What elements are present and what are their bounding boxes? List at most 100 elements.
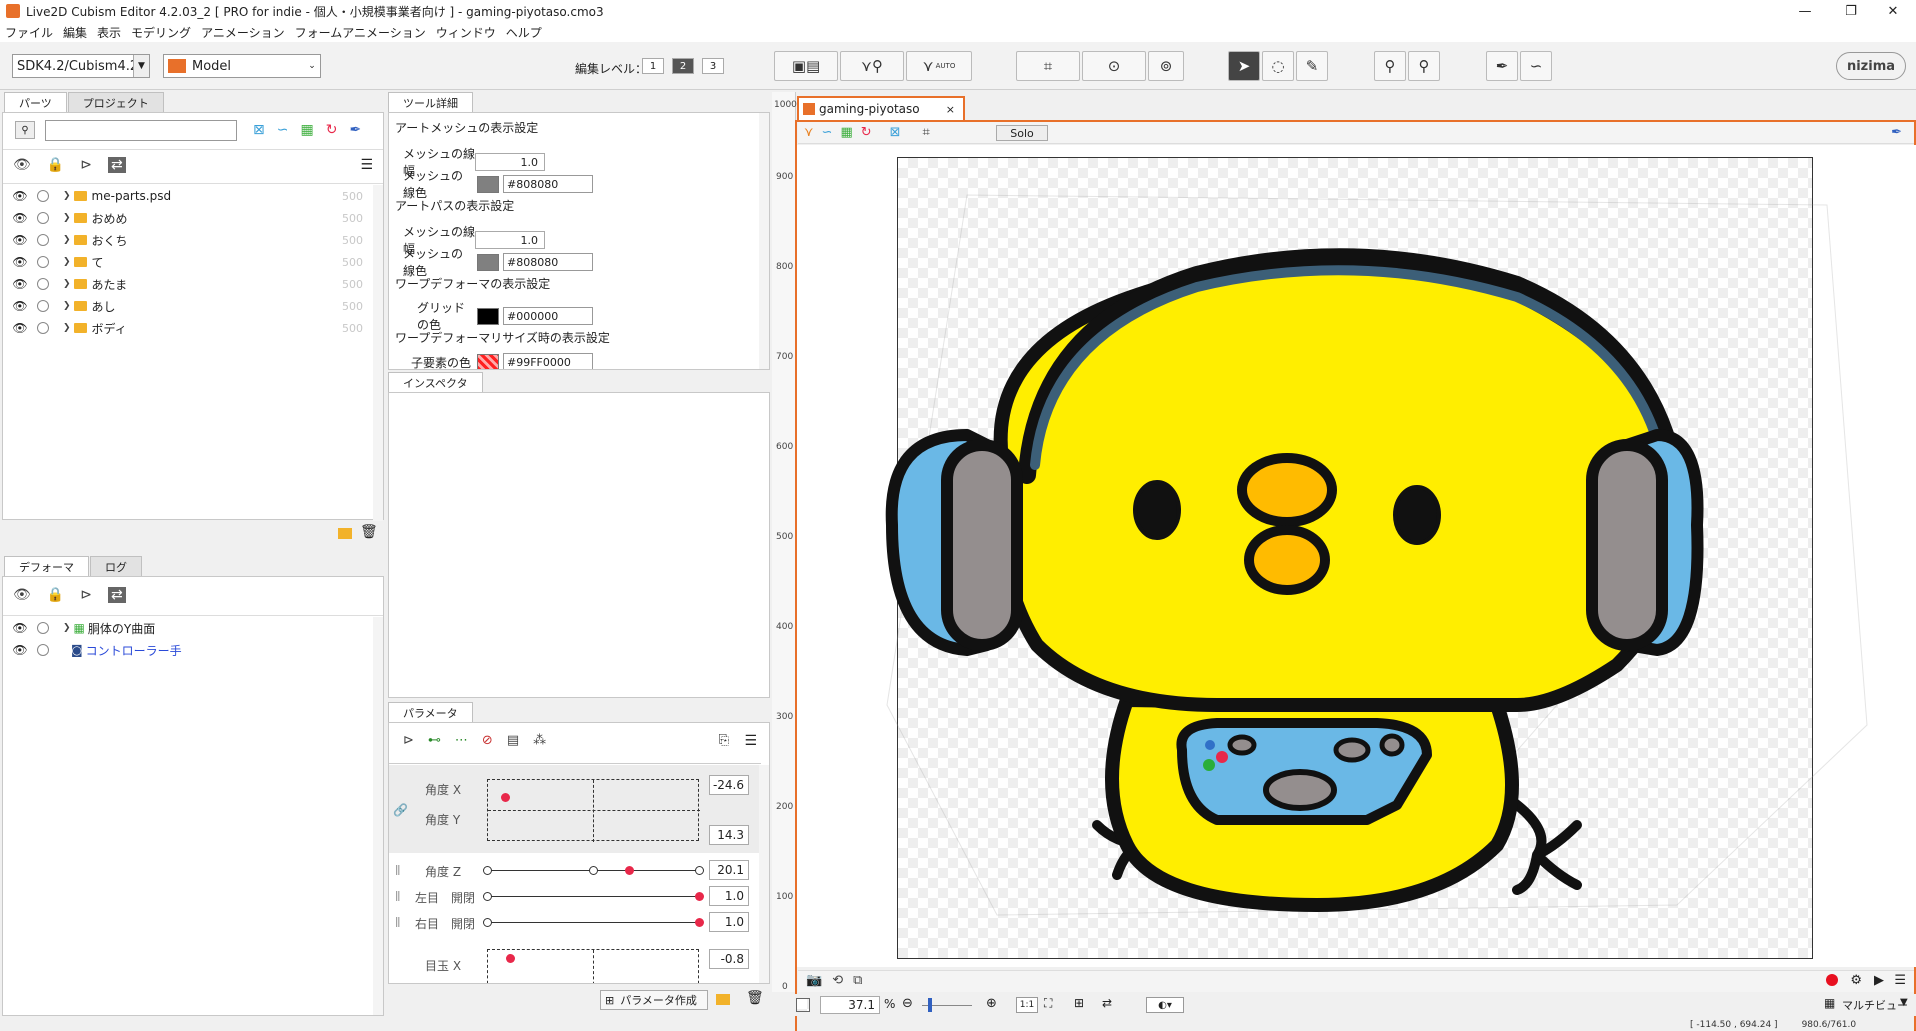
- xy-pad[interactable]: [487, 779, 700, 842]
- menu-file[interactable]: ファイル: [0, 24, 58, 41]
- radio-icon[interactable]: [37, 256, 49, 268]
- copy-icon[interactable]: ⎘: [719, 733, 729, 748]
- frame-display-icon[interactable]: ⊠: [890, 125, 901, 140]
- chevron-right-icon[interactable]: ❯: [63, 323, 71, 333]
- scrollbar[interactable]: [373, 185, 383, 521]
- param-value-y[interactable]: 14.3: [709, 825, 749, 845]
- param-value-x[interactable]: -24.6: [709, 775, 749, 795]
- parts-search-input[interactable]: [45, 120, 237, 141]
- slider-thumb[interactable]: [625, 866, 635, 875]
- slider-thumb[interactable]: [695, 892, 704, 901]
- menu-help[interactable]: ヘルプ: [501, 24, 547, 41]
- zoom-input[interactable]: 37.1: [820, 996, 880, 1014]
- pen-pressure-icon[interactable]: ✒: [1891, 125, 1902, 140]
- maximize-button[interactable]: ❐: [1828, 0, 1874, 22]
- trash-icon[interactable]: 🗑: [746, 990, 764, 1006]
- list-item[interactable]: 👁 ❯ me-parts.psd 500: [3, 185, 375, 207]
- mesh-display-icon[interactable]: ⋎: [804, 125, 814, 140]
- zoom-slider-thumb[interactable]: [928, 998, 932, 1012]
- xy-pointer[interactable]: [500, 792, 510, 802]
- param-value[interactable]: -0.8: [709, 949, 749, 969]
- xy-pointer[interactable]: [506, 954, 515, 963]
- auto-mesh-button[interactable]: ⋎ AUTO: [906, 51, 972, 81]
- swap-icon[interactable]: ⇄: [107, 587, 126, 603]
- tab-parts[interactable]: パーツ: [4, 92, 67, 112]
- pin-add-button[interactable]: ⚲: [1408, 51, 1440, 81]
- play-icon[interactable]: ⊳: [80, 157, 92, 173]
- list-item[interactable]: 👁 ❯ て 500: [3, 251, 375, 273]
- keyform-add-icon[interactable]: ⊷: [428, 733, 441, 748]
- tab-project[interactable]: プロジェクト: [67, 92, 164, 112]
- close-icon[interactable]: ×: [946, 103, 955, 116]
- new-folder-icon[interactable]: [716, 994, 730, 1005]
- menu-icon[interactable]: ☰: [744, 733, 757, 749]
- layout-button[interactable]: ▣▤: [774, 51, 838, 81]
- menu-edit[interactable]: 編集: [58, 24, 92, 41]
- list-item[interactable]: 👁 ❯ あし 500: [3, 295, 375, 317]
- chevron-right-icon[interactable]: ❯: [63, 191, 71, 201]
- hex-input[interactable]: #000000: [503, 307, 593, 325]
- solo-button[interactable]: Solo: [996, 125, 1048, 141]
- deformer-display-icon[interactable]: ▦: [840, 125, 852, 140]
- path-filter-icon[interactable]: ∽: [277, 122, 289, 138]
- eye-icon[interactable]: 👁: [11, 211, 29, 225]
- pin-tool-button[interactable]: ⚲: [1374, 51, 1406, 81]
- play-icon[interactable]: ⊳: [80, 587, 92, 603]
- record-icon[interactable]: [1826, 974, 1838, 986]
- swap-view-icon[interactable]: ⇄: [1102, 996, 1112, 1010]
- chevron-right-icon[interactable]: ❯: [63, 213, 71, 223]
- zoom-in-icon[interactable]: ⊕: [986, 996, 997, 1011]
- edit-level-1[interactable]: 1: [642, 58, 664, 74]
- play-icon[interactable]: ▶: [1874, 973, 1884, 988]
- create-parameter-button[interactable]: ⊞ パラメータ作成: [600, 990, 708, 1010]
- tab-log[interactable]: ログ: [90, 556, 142, 576]
- menu-window[interactable]: ウィンドウ: [431, 24, 501, 41]
- keyform-remove-icon[interactable]: ⊘: [482, 733, 493, 748]
- sdk-select[interactable]: SDK4.2/Cubism4.2 ▼: [12, 54, 150, 78]
- close-button[interactable]: ✕: [1870, 0, 1916, 22]
- link-icon[interactable]: 🔗: [393, 803, 408, 817]
- param-value[interactable]: 1.0: [709, 912, 749, 932]
- radio-icon[interactable]: [37, 190, 49, 202]
- mode-select[interactable]: Model ⌄: [163, 54, 321, 78]
- list-item[interactable]: 👁 ◙ コントローラー手: [3, 639, 383, 661]
- param-value[interactable]: 20.1: [709, 860, 749, 880]
- arrow-tool-button[interactable]: ➤: [1228, 51, 1260, 81]
- play-icon[interactable]: ⊳: [403, 733, 414, 748]
- radio-icon[interactable]: [37, 278, 49, 290]
- zoom-out-icon[interactable]: ⊖: [902, 996, 913, 1011]
- edit-level-3[interactable]: 3: [702, 58, 724, 74]
- tab-deformer[interactable]: デフォーマ: [4, 556, 89, 576]
- rotation-button[interactable]: ⊙: [1082, 51, 1146, 81]
- menu-icon[interactable]: ☰: [360, 157, 373, 173]
- character-artwork[interactable]: [797, 145, 1913, 967]
- display-mode-select[interactable]: ◐▾: [1146, 997, 1184, 1013]
- lock-icon[interactable]: 🔒: [47, 157, 64, 173]
- rotation-display-icon[interactable]: ↻: [861, 125, 872, 140]
- color-swatch[interactable]: [477, 307, 499, 325]
- background-toggle-icon[interactable]: [796, 998, 810, 1012]
- tab-parameters[interactable]: パラメータ: [388, 702, 473, 722]
- multiview-icon[interactable]: ▦: [1824, 996, 1835, 1010]
- keyform-3-icon[interactable]: ⋯: [455, 733, 468, 748]
- list-item[interactable]: 👁 ❯ おくち 500: [3, 229, 375, 251]
- edit-level-2[interactable]: 2: [672, 58, 694, 74]
- hex-input[interactable]: #808080: [503, 175, 593, 193]
- scrollbar[interactable]: [759, 765, 769, 983]
- chevron-right-icon[interactable]: ❯: [63, 235, 71, 245]
- mesh-filter-icon[interactable]: ⊠: [253, 122, 265, 138]
- eye-icon[interactable]: 👁: [11, 321, 29, 335]
- brush-tool-button[interactable]: ✎: [1296, 51, 1328, 81]
- radio-icon[interactable]: [37, 322, 49, 334]
- color-swatch[interactable]: [477, 253, 499, 271]
- radio-icon[interactable]: [37, 212, 49, 224]
- eye-icon[interactable]: 👁: [11, 621, 29, 635]
- actual-size-button[interactable]: 1:1: [1016, 997, 1038, 1013]
- hex-input[interactable]: #99FF0000: [503, 353, 593, 369]
- menu-view[interactable]: 表示: [92, 24, 126, 41]
- eye-icon[interactable]: 👁: [11, 189, 29, 203]
- tab-inspector[interactable]: インスペクタ: [388, 372, 483, 392]
- link-icon[interactable]: ǁ: [395, 915, 400, 928]
- menu-animation[interactable]: アニメーション: [196, 24, 290, 41]
- new-folder-icon[interactable]: [338, 528, 352, 539]
